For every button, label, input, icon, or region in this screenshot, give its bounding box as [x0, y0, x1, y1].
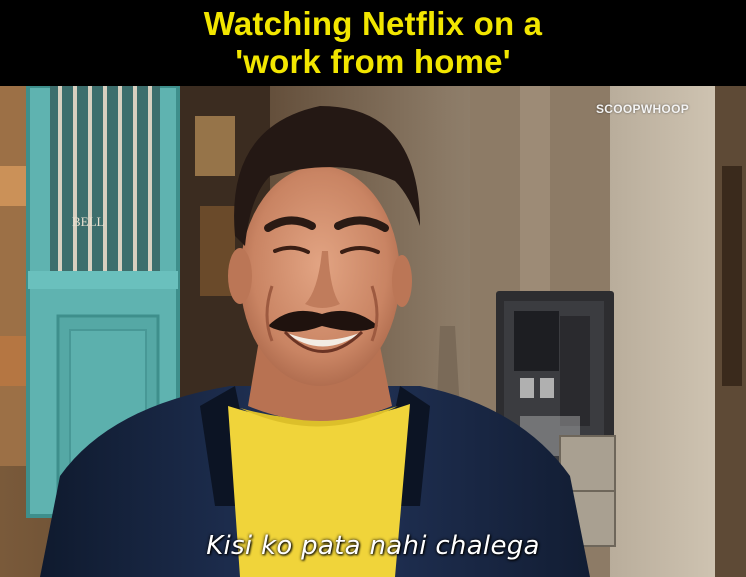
caption-line-2: 'work from home' [235, 43, 511, 80]
scene-illustration: BELL [0, 86, 746, 577]
stone-pillar [610, 86, 720, 577]
caption-bar: Watching Netflix on a 'work from home' [0, 0, 746, 86]
caption-line-1: Watching Netflix on a [203, 5, 543, 42]
scoopwhoop-watermark: SCOOPWHOOP [596, 102, 690, 116]
meme-image: Watching Netflix on a 'work from home' B… [0, 0, 746, 577]
door-sign: BELL [72, 214, 105, 229]
photo-scene: BELL [0, 86, 746, 577]
subtitle-text: Kisi ko pata nahi chalega [206, 531, 540, 561]
